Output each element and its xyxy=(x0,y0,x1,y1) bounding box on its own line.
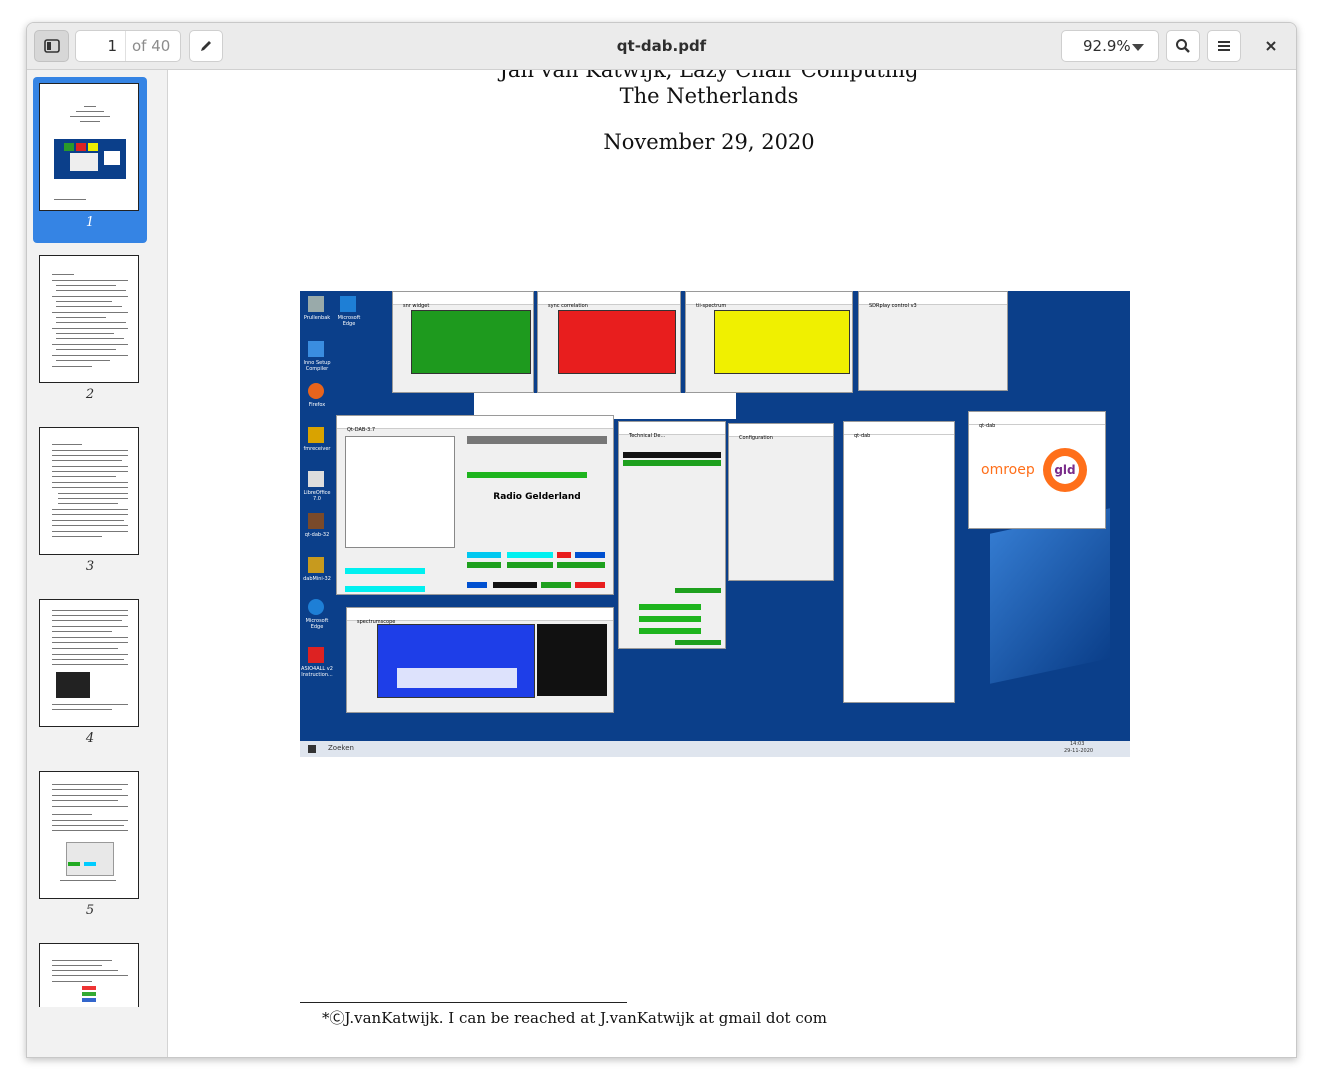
thumbnail-label: 2 xyxy=(85,387,95,402)
qt-dab-main-window: Qt-DAB-3.7 Radio Gelderland xyxy=(336,415,614,595)
main-menu-button[interactable] xyxy=(1207,30,1241,62)
document-page: Jan van Katwijk, Lazy Chair Computing Th… xyxy=(168,70,1296,1057)
page-selector[interactable]: 1 of 40 xyxy=(75,30,181,62)
technical-details-window: Technical De... xyxy=(618,421,726,649)
desktop-icon-label: ASIO4ALL v2 Instruction... xyxy=(301,666,333,678)
thumbnail-sidebar: 1 2 3 4 5 xyxy=(27,70,168,1057)
desktop-icon-label: qt-dab-32 xyxy=(304,532,330,538)
close-button[interactable] xyxy=(1254,30,1288,62)
sdrplay-control-window: SDRplay control v3 xyxy=(858,291,1008,391)
thumbnail-label: 4 xyxy=(85,731,95,746)
footnote: *ⒸJ.vanKatwijk. I can be reached at J.va… xyxy=(322,1009,828,1027)
desktop-icon-label: Prullenbak xyxy=(303,315,331,321)
desktop-icon-label: Inno Setup Compiler xyxy=(303,360,331,372)
desktop-icon-label: fmreceiver xyxy=(303,446,331,452)
taskbar-clock: 14:03 xyxy=(1070,741,1085,747)
document-viewer-window: 1 of 40 qt-dab.pdf 92.9% 1 2 3 4 5 Jan v… xyxy=(26,22,1297,1058)
qt-dab-logo-window: qt-dab omroep gld xyxy=(968,411,1106,529)
desktop-icon-label: Microsoft Edge xyxy=(337,315,361,327)
hamburger-menu-icon xyxy=(1218,41,1230,51)
thumbnail-image xyxy=(39,255,139,383)
thumbnail-label: 3 xyxy=(85,559,95,574)
thumbnail-image xyxy=(39,427,139,555)
search-button[interactable] xyxy=(1166,30,1200,62)
desktop-icon-label: dabMini-32 xyxy=(303,576,331,582)
desktop-icon-label: Firefox xyxy=(308,402,326,408)
thumbnail-image xyxy=(39,83,139,211)
date-line: November 29, 2020 xyxy=(603,130,815,154)
embedded-screenshot: Prullenbak Microsoft Edge Inno Setup Com… xyxy=(300,291,1130,757)
sidebar-toggle-button[interactable] xyxy=(34,30,69,62)
page-thumbnail-5[interactable]: 5 xyxy=(33,765,147,931)
close-icon xyxy=(1266,41,1276,51)
sync-correlation-window: sync correlation xyxy=(537,291,681,393)
page-thumbnail-4[interactable]: 4 xyxy=(33,593,147,759)
page-thumbnail-1[interactable]: 1 xyxy=(33,77,147,243)
qt-dab-scan-window: qt-dab xyxy=(843,421,955,703)
taskbar-search: Zoeken xyxy=(328,744,354,752)
tii-spectrum-window: tii-spectrum xyxy=(685,291,853,393)
search-icon xyxy=(1176,39,1190,53)
page-thumbnail-3[interactable]: 3 xyxy=(33,421,147,587)
configuration-window: Configuration xyxy=(728,423,834,581)
taskbar-date: 29-11-2020 xyxy=(1064,748,1094,754)
annotate-button[interactable] xyxy=(189,30,223,62)
spectrumscope-window: spectrumscope xyxy=(346,607,614,713)
logo-badge: gld xyxy=(1054,463,1076,477)
total-pages-label: of 40 xyxy=(132,37,171,55)
taskbar: Zoeken 14:03 29-11-2020 xyxy=(300,741,1130,757)
footnote-rule xyxy=(300,1002,627,1003)
thumbnail-image xyxy=(39,943,139,1007)
page-thumbnail-6[interactable] xyxy=(33,937,147,1007)
desktop-icon-label: Microsoft Edge xyxy=(305,618,329,630)
logo-text: omroep xyxy=(981,462,1035,478)
zoom-dropdown[interactable]: 92.9% xyxy=(1061,30,1159,62)
zoom-level: 92.9% xyxy=(1083,37,1131,55)
author-line: Jan van Katwijk, Lazy Chair Computing xyxy=(499,70,919,82)
page-thumbnail-2[interactable]: 2 xyxy=(33,249,147,415)
thumbnail-label: 5 xyxy=(85,903,95,918)
thumbnail-label: 1 xyxy=(85,215,95,230)
thumbnail-image xyxy=(39,771,139,899)
sidebar-toggle-icon xyxy=(43,39,60,53)
country-line: The Netherlands xyxy=(619,84,799,108)
thumbnail-image xyxy=(39,599,139,727)
pencil-icon xyxy=(201,41,211,51)
snr-widget-window: snr widget xyxy=(392,291,534,393)
chevron-down-icon xyxy=(1132,44,1144,51)
current-page-input[interactable]: 1 xyxy=(76,31,126,61)
header-bar: 1 of 40 qt-dab.pdf 92.9% xyxy=(27,23,1296,70)
desktop-icon-label: LibreOffice 7.0 xyxy=(303,490,331,502)
